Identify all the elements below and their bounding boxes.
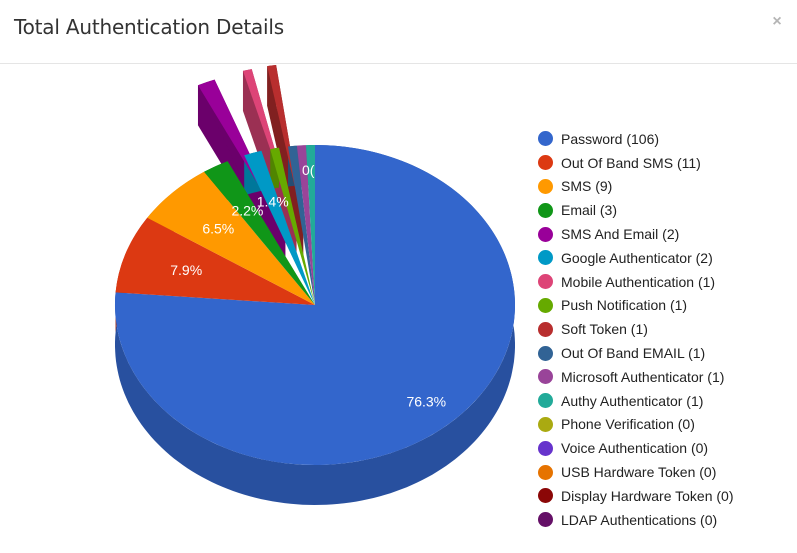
legend-dot-icon	[538, 416, 553, 432]
legend-dot-icon	[538, 321, 553, 337]
legend-item[interactable]: SMS And Email (2)	[538, 222, 733, 246]
legend-label: Password (106)	[561, 130, 660, 147]
legend-dot-icon	[538, 464, 553, 480]
legend-dot-icon	[538, 393, 553, 409]
legend-label: Email (3)	[561, 202, 618, 219]
legend-label: SMS And Email (2)	[561, 226, 680, 243]
legend-item[interactable]: Display Hardware Token (0)	[538, 484, 733, 508]
legend-label: SMS (9)	[561, 178, 613, 195]
pie-data-label: 7.9%	[170, 262, 202, 278]
legend-dot-icon	[538, 440, 553, 456]
legend-label: Mobile Authentication (1)	[561, 273, 716, 290]
legend-label: Display Hardware Token (0)	[561, 487, 734, 504]
pie-data-label: 1.4%	[257, 194, 289, 210]
pie-data-label-clipped: 0(	[302, 162, 315, 178]
legend-item[interactable]: SMS (9)	[538, 175, 733, 199]
legend-item[interactable]: Soft Token (1)	[538, 317, 733, 341]
legend-dot-icon	[538, 345, 553, 361]
modal-title: Total Authentication Details	[14, 15, 284, 39]
legend-label: USB Hardware Token (0)	[561, 464, 717, 481]
legend-item[interactable]: Out Of Band EMAIL (1)	[538, 341, 733, 365]
legend-label: Out Of Band EMAIL (1)	[561, 345, 706, 362]
legend-dot-icon	[538, 202, 553, 218]
legend-label: Microsoft Authenticator (1)	[561, 368, 725, 385]
legend-label: Google Authenticator (2)	[561, 249, 713, 266]
modal-header: Total Authentication Details ×	[0, 0, 797, 64]
legend-item[interactable]: Authy Authenticator (1)	[538, 389, 733, 413]
legend-label: Soft Token (1)	[561, 321, 648, 338]
close-icon[interactable]: ×	[769, 14, 785, 30]
legend-item[interactable]: LDAP Authentications (0)	[538, 508, 733, 532]
legend-item[interactable]: Google Authenticator (2)	[538, 246, 733, 270]
legend-dot-icon	[538, 178, 553, 194]
legend-item[interactable]: Mobile Authentication (1)	[538, 270, 733, 294]
legend-item[interactable]: Microsoft Authenticator (1)	[538, 365, 733, 389]
legend-dot-icon	[538, 250, 553, 266]
legend-label: Push Notification (1)	[561, 297, 688, 314]
legend-dot-icon	[538, 512, 553, 528]
legend-item[interactable]: Email (3)	[538, 198, 733, 222]
legend-label: Authy Authenticator (1)	[561, 392, 704, 409]
legend-label: LDAP Authentications (0)	[561, 511, 718, 528]
legend-dot-icon	[538, 488, 553, 504]
legend-label: Voice Authentication (0)	[561, 440, 709, 457]
legend-label: Out Of Band SMS (11)	[561, 154, 701, 171]
legend-dot-icon	[538, 369, 553, 385]
pie-chart: 76.3%7.9%6.5%2.2%1.4%0(	[114, 64, 515, 505]
legend-item[interactable]: Out Of Band SMS (11)	[538, 151, 733, 175]
legend-dot-icon	[538, 226, 553, 242]
legend-dot-icon	[538, 131, 553, 147]
pie-data-label: 6.5%	[202, 221, 234, 237]
legend-dot-icon	[538, 274, 553, 290]
chart-legend: Password (106) Out Of Band SMS (11) SMS (9…	[538, 127, 733, 532]
legend-item[interactable]: Password (106)	[538, 127, 733, 151]
legend-label: Phone Verification (0)	[561, 416, 695, 433]
legend-item[interactable]: Phone Verification (0)	[538, 413, 733, 437]
legend-item[interactable]: Push Notification (1)	[538, 294, 733, 318]
legend-dot-icon	[538, 297, 553, 313]
legend-item[interactable]: Voice Authentication (0)	[538, 436, 733, 460]
legend-dot-icon	[538, 155, 553, 171]
legend-item[interactable]: USB Hardware Token (0)	[538, 460, 733, 484]
pie-data-label: 76.3%	[406, 393, 446, 409]
